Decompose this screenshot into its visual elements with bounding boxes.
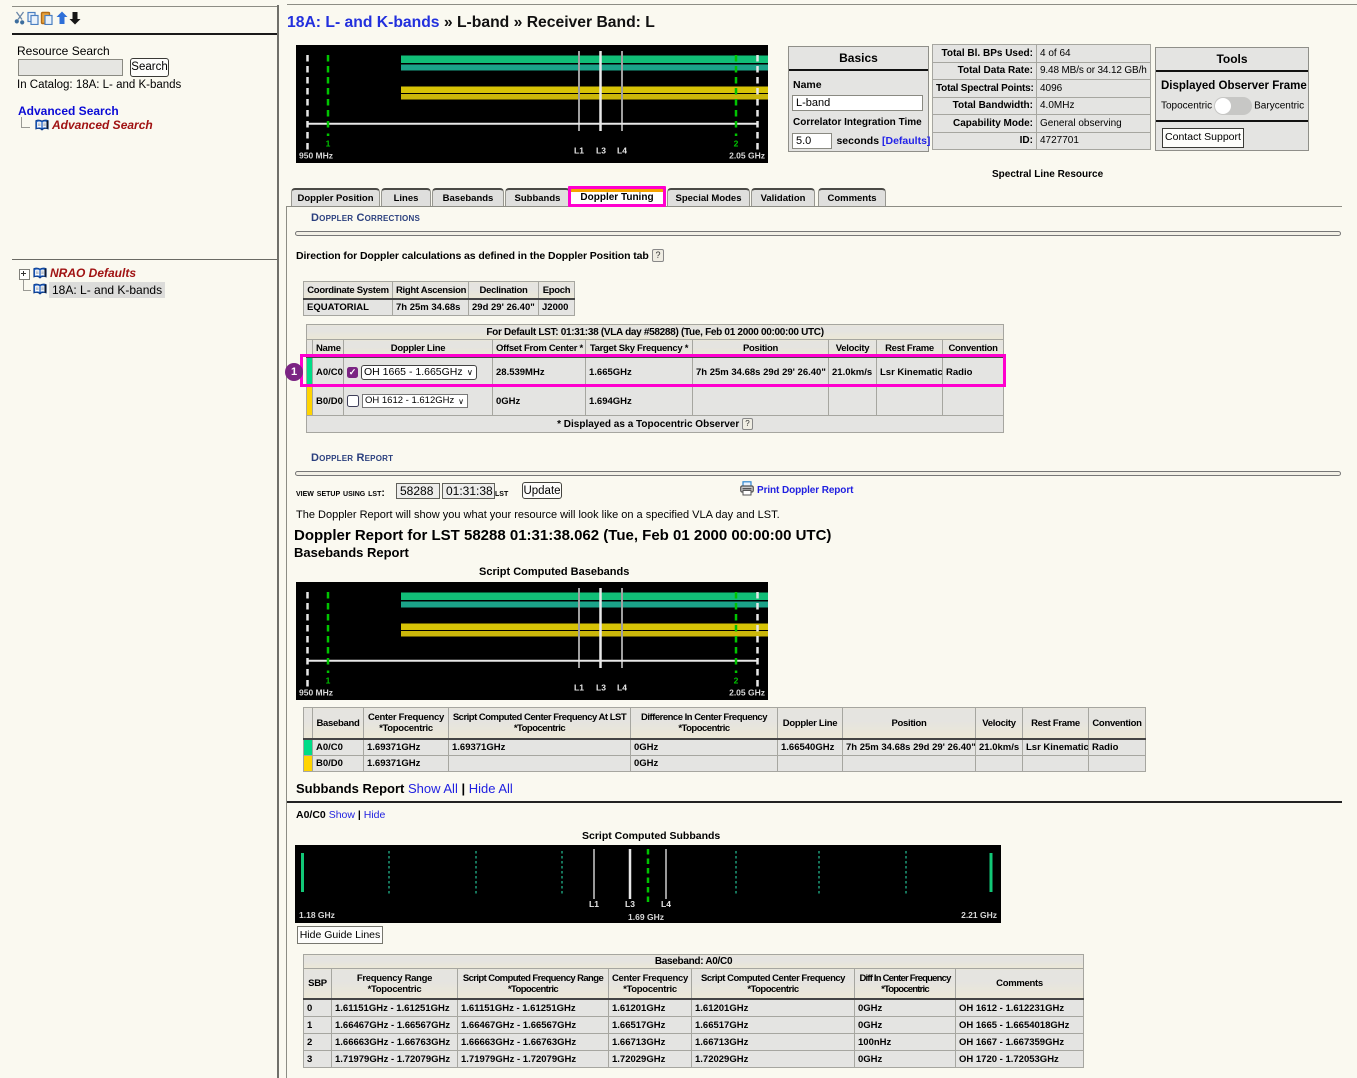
- svg-text:1.18 GHz: 1.18 GHz: [299, 910, 335, 920]
- svg-text:950 MHz: 950 MHz: [299, 688, 333, 698]
- svg-text:L3: L3: [596, 146, 606, 156]
- svg-text:2.05 GHz: 2.05 GHz: [729, 688, 765, 698]
- svg-text:2.05 GHz: 2.05 GHz: [729, 151, 765, 161]
- svg-text:L4: L4: [617, 146, 627, 156]
- svg-text:L1: L1: [589, 899, 599, 909]
- svg-text:950 MHz: 950 MHz: [299, 151, 333, 161]
- svg-text:L4: L4: [661, 899, 671, 909]
- svg-text:1.69 GHz: 1.69 GHz: [628, 912, 664, 922]
- svg-text:2: 2: [734, 139, 739, 149]
- svg-text:L3: L3: [625, 899, 635, 909]
- svg-text:L1: L1: [574, 683, 584, 693]
- svg-text:L3: L3: [596, 683, 606, 693]
- svg-text:1: 1: [326, 139, 331, 149]
- svg-text:1: 1: [326, 676, 331, 686]
- svg-text:L1: L1: [574, 146, 584, 156]
- svg-text:2.21 GHz: 2.21 GHz: [961, 910, 997, 920]
- svg-text:2: 2: [734, 676, 739, 686]
- svg-text:L4: L4: [617, 683, 627, 693]
